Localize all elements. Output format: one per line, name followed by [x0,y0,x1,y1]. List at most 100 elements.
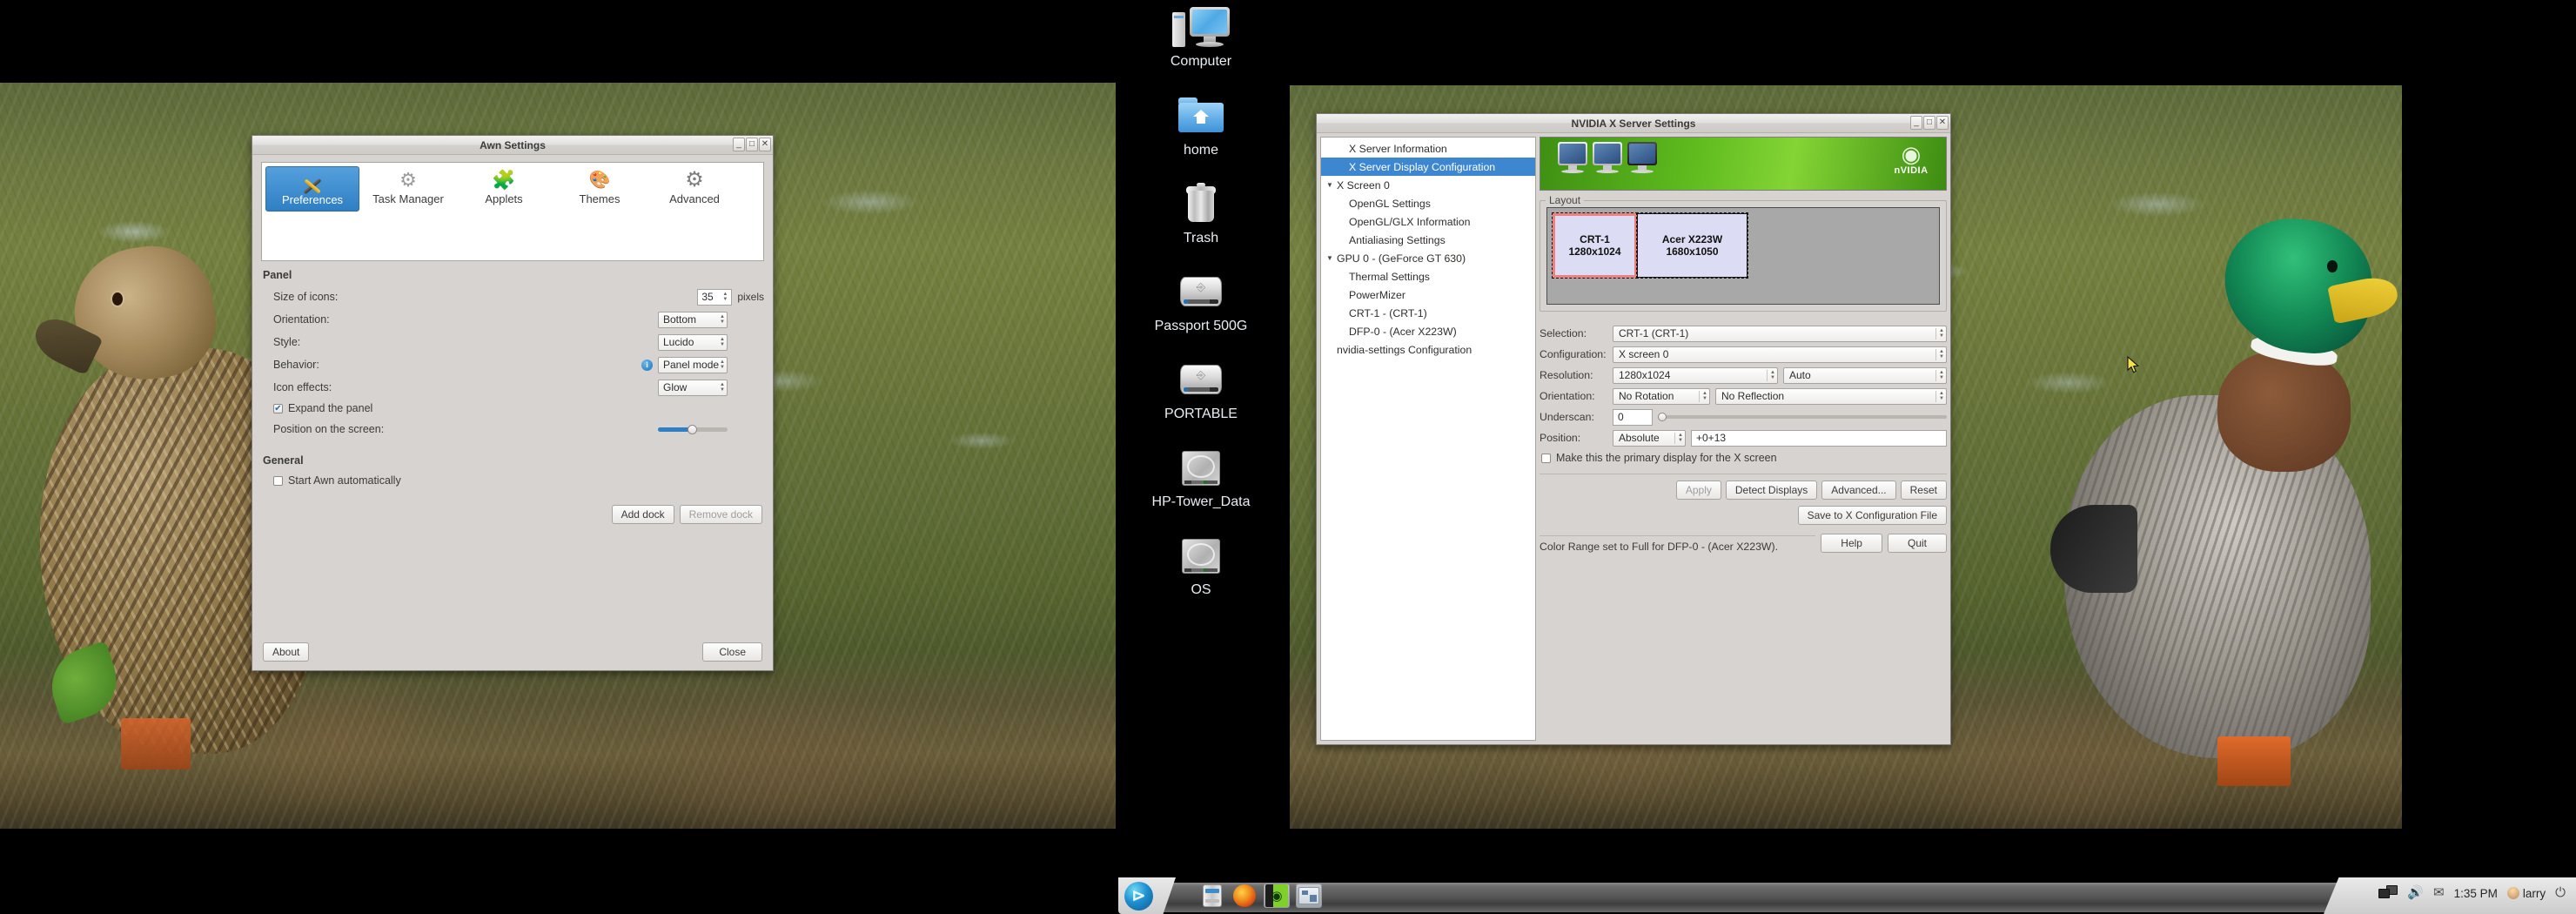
tree-item-label: X Server Information [1337,143,1447,155]
nvidia-titlebar[interactable]: NVIDIA X Server Settings _ □ ✕ [1317,114,1950,133]
desktop-icon-trash[interactable]: Trash [1118,180,1284,246]
tree-item-dfp-0[interactable]: DFP-0 - (Acer X223W) [1321,322,1535,340]
about-button[interactable]: About [263,642,309,662]
tree-item-antialiasing-settings[interactable]: Antialiasing Settings [1321,231,1535,249]
tab-label: Task Manager [372,192,444,205]
tab-preferences[interactable]: Preferences [265,166,359,212]
mail-icon[interactable]: ✉ [2433,885,2445,901]
awn-titlebar[interactable]: Awn Settings _ □ ✕ [252,136,773,155]
general-section-heading: General [263,454,764,467]
advanced-button[interactable]: Advanced... [1821,481,1895,500]
apply-button[interactable]: Apply [1676,481,1721,500]
chevron-down-icon[interactable]: ▼ [1326,254,1337,262]
chevron-down-icon[interactable]: ▼ [1326,181,1337,189]
underscan-slider[interactable] [1658,409,1947,426]
desktop-icon-portable[interactable]: ⎆ PORTABLE [1118,356,1284,422]
nvidia-settings-icon[interactable]: ◉ [1264,884,1290,908]
close-icon[interactable]: ✕ [1936,116,1949,130]
slider-knob[interactable] [688,425,697,434]
desktop-icon-os[interactable]: OS [1118,532,1284,598]
resolution-value: 1280x1024 [1619,369,1670,381]
desktop-icon-hp-tower-data[interactable]: HP-Tower_Data [1118,444,1284,510]
tree-item-x-screen-0[interactable]: ▼ X Screen 0 [1321,176,1535,194]
position-mode-select[interactable]: Absolute ▲▼ [1613,430,1686,447]
behavior-select[interactable]: Panel mode ▲▼ [658,357,728,373]
slider-knob[interactable] [1658,413,1667,421]
start-awn-checkbox[interactable]: Start Awn automatically [261,471,764,490]
tree-item-label: DFP-0 - (Acer X223W) [1337,326,1457,338]
close-button[interactable]: Close [702,642,762,662]
speaker-icon[interactable]: 🔊 [2407,885,2424,901]
primary-display-label: Make this the primary display for the X … [1556,452,1777,464]
minimize-icon[interactable]: _ [733,138,745,151]
icon-effects-select[interactable]: Glow ▲▼ [658,380,728,396]
size-of-icons-spinner[interactable]: 35 ▲▼ [697,289,732,306]
style-label: Style: [273,336,300,348]
maximize-icon[interactable]: □ [1923,116,1935,130]
underscan-input[interactable]: 0 [1613,409,1653,426]
orientation-select[interactable]: Bottom ▲▼ [658,312,728,328]
close-icon[interactable]: ✕ [759,138,771,151]
tree-item-thermal-settings[interactable]: Thermal Settings [1321,267,1535,286]
quit-button[interactable]: Quit [1888,534,1947,553]
tree-item-gpu-0[interactable]: ▼ GPU 0 - (GeForce GT 630) [1321,249,1535,267]
selection-select[interactable]: CRT-1 (CRT-1) ▲▼ [1613,326,1947,342]
configuration-select[interactable]: X screen 0 ▲▼ [1613,346,1947,363]
tab-advanced[interactable]: ⚙ Advanced [647,166,741,212]
nvidia-navigation-tree[interactable]: X Server Information X Server Display Co… [1320,137,1536,741]
tree-item-label: nvidia-settings Configuration [1337,344,1472,356]
add-dock-button[interactable]: Add dock [612,505,674,524]
tab-themes[interactable]: 🎨 Themes [553,166,647,212]
row-style: Style: Lucido ▲▼ [261,331,764,353]
layout-canvas[interactable]: CRT-1 1280x1024 Acer X223W 1680x1050 [1546,207,1940,305]
minimize-icon[interactable]: _ [1910,116,1922,130]
info-icon[interactable]: i [641,360,653,371]
reset-button[interactable]: Reset [1901,481,1947,500]
tree-item-nvidia-settings-configuration[interactable]: nvidia-settings Configuration [1321,340,1535,359]
tab-applets[interactable]: 🧩 Applets [457,166,551,212]
refresh-rate-select[interactable]: Auto ▲▼ [1783,367,1947,384]
position-on-screen-slider[interactable] [658,421,728,438]
clock[interactable]: 1:35 PM [2454,887,2498,900]
tree-item-opengl-settings[interactable]: OpenGL Settings [1321,194,1535,212]
taskbar-launchers: ◉ [1199,884,1322,908]
zorin-menu-icon[interactable]: ⊳ [1124,882,1153,911]
maximize-icon[interactable]: □ [746,138,758,151]
primary-display-checkbox[interactable]: Make this the primary display for the X … [1540,448,1947,467]
tab-task-manager[interactable]: ⚙ Task Manager [361,166,455,212]
remove-dock-button[interactable]: Remove dock [680,505,762,524]
power-icon[interactable]: ⏻ [2555,885,2566,901]
style-select[interactable]: Lucido ▲▼ [658,334,728,351]
layout-group: Layout CRT-1 1280x1024 Acer X223W 1680x1… [1540,200,1947,312]
detect-displays-button[interactable]: Detect Displays [1726,481,1817,500]
save-to-x-configuration-file-button[interactable]: Save to X Configuration File [1798,506,1947,525]
tree-item-x-server-information[interactable]: X Server Information [1321,139,1535,158]
file-manager-icon[interactable] [1199,884,1225,908]
layout-monitor-crt-1[interactable]: CRT-1 1280x1024 [1553,213,1637,278]
tree-item-label: Thermal Settings [1337,271,1430,283]
rotation-select[interactable]: No Rotation ▲▼ [1613,388,1710,405]
desktop-icon-computer[interactable]: Computer [1118,3,1284,70]
user-indicator[interactable]: larry [2507,887,2546,900]
reflection-select[interactable]: No Reflection ▲▼ [1715,388,1947,405]
firefox-icon[interactable] [1231,884,1258,908]
help-button[interactable]: Help [1821,534,1882,553]
tree-item-x-server-display-configuration[interactable]: X Server Display Configuration [1321,158,1535,176]
network-monitor-icon[interactable] [2378,885,2398,901]
expand-panel-checkbox[interactable]: ✔ Expand the panel [261,399,764,418]
tree-item-crt-1[interactable]: CRT-1 - (CRT-1) [1321,304,1535,322]
layout-monitor-acer-x223w[interactable]: Acer X223W 1680x1050 [1637,213,1748,278]
spinner-arrows[interactable]: ▲▼ [722,292,730,302]
tab-label: Applets [485,192,522,205]
resolution-select[interactable]: 1280x1024 ▲▼ [1613,367,1778,384]
gear-icon: ⚙ [681,169,708,192]
position-offset-input[interactable]: +0+13 [1691,430,1947,447]
nvidia-action-buttons: Apply Detect Displays Advanced... Reset [1540,481,1947,500]
desktop-icon-home[interactable]: home [1118,92,1284,158]
tree-item-powermizer[interactable]: PowerMizer [1321,286,1535,304]
desktop-icon-passport-500g[interactable]: ⎆ Passport 500G [1118,268,1284,334]
computer-icon [1118,3,1284,52]
desktop-screen: Computer home Trash ⎆ Passport 500G [0,0,2576,914]
system-monitor-icon[interactable] [1296,884,1322,908]
tree-item-opengl-glx-information[interactable]: OpenGL/GLX Information [1321,212,1535,231]
